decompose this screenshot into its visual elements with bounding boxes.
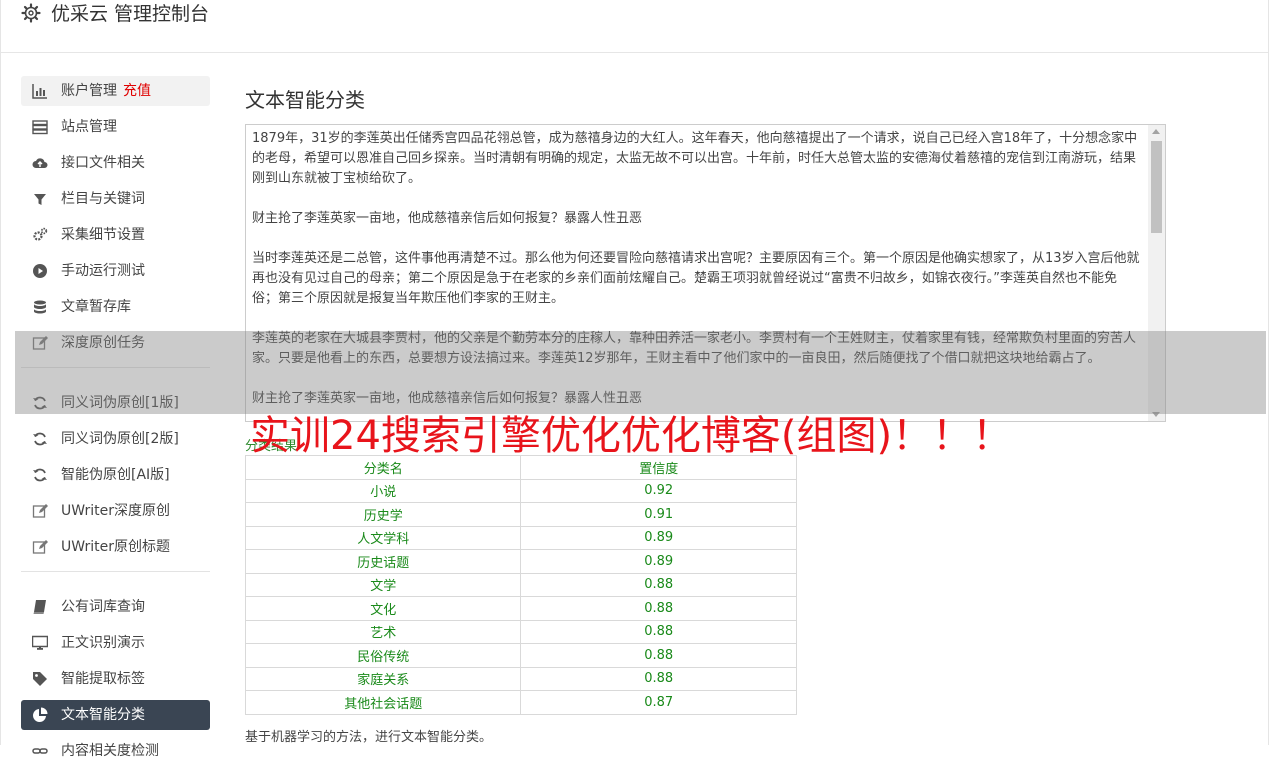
sidebar-item-label: 账户管理 [61,83,117,99]
confidence-cell: 0.88 [520,666,797,691]
confidence-cell: 0.89 [520,525,797,550]
category-cell: 艺术 [244,619,522,644]
sidebar-item-tag-extract[interactable]: 智能提取标签 [21,664,210,694]
sidebar-item-manual-run[interactable]: 手动运行测试 [21,256,210,286]
sidebar-item-label: 智能伪原创[AI版] [61,467,170,483]
frame-border-right [1268,0,1269,745]
sidebar-item-article-store[interactable]: 文章暂存库 [21,292,210,322]
category-cell: 民俗传统 [244,643,522,668]
category-cell: 其他社会话题 [244,690,522,715]
table-row: 民俗传统 0.88 [244,643,797,668]
server-icon [32,120,48,135]
sidebar-item-uwriter-title[interactable]: UWriter原创标题 [21,532,210,562]
refresh-icon [33,432,47,446]
tag-icon [33,672,47,686]
scroll-up-icon[interactable] [1152,129,1160,134]
sidebar-item-label: 正文识别演示 [61,635,145,651]
pie-chart-icon [33,707,48,722]
cogs-icon [33,227,48,241]
sidebar-item-account[interactable]: 账户管理 充值 [21,76,210,106]
confidence-cell: 0.88 [520,572,797,597]
table-row: 文学 0.88 [244,572,797,597]
frame-border-left [0,0,1,745]
sidebar-divider [21,571,210,572]
sidebar-item-label: 栏目与关键词 [61,191,145,207]
confidence-cell: 0.87 [520,690,797,715]
confidence-cell: 0.88 [520,643,797,668]
confidence-cell: 0.88 [520,619,797,644]
watermark-text: 实训24搜索引擎优化优化博客(组图)！！！ [250,413,1013,459]
category-cell: 文学 [244,572,522,597]
sidebar-item-label: 站点管理 [61,119,117,135]
description-text: 基于机器学习的方法，进行文本智能分类。 [245,730,493,745]
table-row: 家庭关系 0.88 [244,666,797,691]
sidebar-item-label: 文章暂存库 [61,299,131,315]
sidebar-item-ai-rewrite[interactable]: 智能伪原创[AI版] [21,460,210,490]
sidebar-item-label: 内容相关度检测 [61,743,159,759]
sidebar-item-label: UWriter深度原创 [61,503,170,519]
table-row: 其他社会话题 0.87 [244,690,797,715]
sidebar-item-label: 文本智能分类 [61,707,145,723]
category-cell: 文化 [244,596,522,621]
classification-table: 分类名 置信度 小说 0.92 历史学 0.91 人文学科 0.89 历史话题 0.89… [244,455,797,715]
desktop-icon [32,635,48,650]
sidebar-item-label: UWriter原创标题 [61,539,170,555]
edit-icon [32,504,48,518]
sidebar-item-site[interactable]: 站点管理 [21,112,210,142]
cloud-upload-icon [32,158,48,168]
table-row: 小说 0.92 [244,478,797,503]
sidebar-item-columns[interactable]: 栏目与关键词 [21,184,210,214]
play-circle-icon [33,264,47,278]
sidebar-item-public-lexicon[interactable]: 公有词库查询 [21,592,210,622]
book-icon [33,600,46,614]
confidence-cell: 0.89 [520,549,797,574]
sidebar-item-uwriter-deep[interactable]: UWriter深度原创 [21,496,210,526]
sidebar-item-label: 接口文件相关 [61,155,145,171]
text-paragraph: 1879年，31岁的李莲英出任储秀宫四品花翎总管，成为慈禧身边的大红人。这年春天… [252,131,1138,186]
refresh-icon [33,468,47,482]
database-icon [34,300,46,314]
confidence-cell: 0.88 [520,596,797,621]
recharge-link[interactable]: 充值 [123,83,151,99]
category-cell: 人文学科 [244,525,522,550]
sidebar-item-collect-settings[interactable]: 采集细节设置 [21,220,210,250]
sidebar-item-synonym-v2[interactable]: 同义词伪原创[2版] [21,424,210,454]
category-cell: 历史话题 [244,549,522,574]
sidebar-item-label: 同义词伪原创[2版] [61,431,179,447]
page-title: 文本智能分类 [245,88,365,112]
sidebar-nav: 账户管理 充值 站点管理 接口文件相关 栏目与关键词 采集细节设置 手动运行测试… [21,76,210,772]
sidebar-item-interface[interactable]: 接口文件相关 [21,148,210,178]
table-row: 人文学科 0.89 [244,525,797,550]
gray-overlay-band [15,331,1266,414]
sidebar-item-label: 手动运行测试 [61,263,145,279]
table-row: 文化 0.88 [244,596,797,621]
sidebar-item-text-classify[interactable]: 文本智能分类 [21,700,210,730]
category-cell: 小说 [244,478,522,503]
gear-icon[interactable] [21,3,41,23]
category-cell: 历史学 [244,502,522,527]
table-row: 历史话题 0.89 [244,549,797,574]
edit-icon [32,540,48,554]
sidebar-item-label: 采集细节设置 [61,227,145,243]
text-paragraph: 当时李莲英还是二总管，这件事他再清楚不过。那么他为何还要冒险向慈禧请求出宫呢？主… [252,251,1140,306]
sidebar-item-text-recognition[interactable]: 正文识别演示 [21,628,210,658]
scroll-thumb[interactable] [1151,141,1162,233]
confidence-cell: 0.92 [520,478,797,503]
bar-chart-icon [32,84,47,99]
table-row: 历史学 0.91 [244,502,797,527]
app-header: 优采云 管理控制台 [1,0,1268,53]
sidebar-item-relevance[interactable]: 内容相关度检测 [21,736,210,766]
category-cell: 家庭关系 [244,666,522,691]
filter-icon [34,194,46,205]
table-row: 艺术 0.88 [244,619,797,644]
text-paragraph: 财主抢了李莲英家一亩地，他成慈禧亲信后如何报复？暴露人性丑恶 [252,211,643,226]
app-title: 优采云 管理控制台 [51,3,210,25]
link-icon [32,748,48,754]
sidebar-item-label: 智能提取标签 [61,671,145,687]
confidence-cell: 0.91 [520,502,797,527]
sidebar-item-label: 公有词库查询 [61,599,145,615]
